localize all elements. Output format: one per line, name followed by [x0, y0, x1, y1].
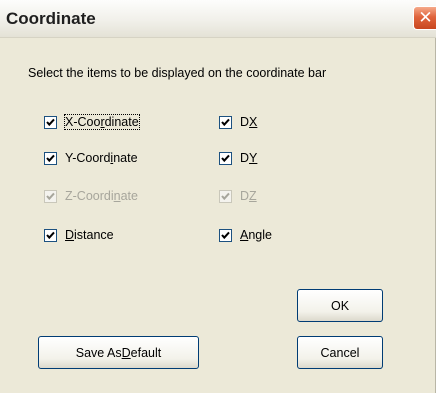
x-coordinate-checkbox[interactable] [44, 115, 57, 129]
checkmark-icon [46, 192, 55, 200]
cancel-button[interactable]: Cancel [297, 336, 383, 369]
angle-option[interactable]: Angle [219, 227, 272, 243]
instructions-text: Select the items to be displayed on the … [28, 66, 327, 80]
y-coordinate-label: Y-Coordinate [65, 151, 138, 165]
checkmark-icon [221, 154, 230, 162]
dy-option[interactable]: DY [219, 150, 257, 166]
x-coordinate-option[interactable]: X-Coordinate [44, 114, 140, 130]
dz-option: DZ [219, 188, 257, 204]
dz-label: DZ [240, 189, 257, 203]
distance-label: Distance [65, 228, 114, 242]
angle-label: Angle [240, 228, 272, 242]
y-coordinate-checkbox[interactable] [44, 151, 57, 165]
ok-button[interactable]: OK [297, 289, 383, 322]
checkmark-icon [46, 154, 55, 162]
dx-checkbox[interactable] [219, 115, 232, 129]
z-coordinate-label: Z-Coordinate [65, 189, 138, 203]
distance-option[interactable]: Distance [44, 227, 114, 243]
dy-checkbox[interactable] [219, 151, 232, 165]
checkmark-icon [221, 118, 230, 126]
dialog-title: Coordinate [6, 9, 96, 28]
z-coordinate-option: Z-Coordinate [44, 188, 138, 204]
coordinate-dialog: Coordinate ✕ Select the items to be disp… [0, 0, 436, 393]
title-bar[interactable]: Coordinate ✕ [0, 0, 436, 38]
close-icon: ✕ [418, 8, 433, 27]
x-coordinate-label: X-Coordinate [64, 114, 140, 130]
dx-option[interactable]: DX [219, 114, 257, 130]
save-as-default-button[interactable]: Save As Default [38, 336, 199, 369]
close-button[interactable]: ✕ [413, 6, 436, 30]
distance-checkbox[interactable] [44, 228, 57, 242]
dz-checkbox [219, 189, 232, 203]
angle-checkbox[interactable] [219, 228, 232, 242]
z-coordinate-checkbox [44, 189, 57, 203]
checkmark-icon [46, 231, 55, 239]
checkmark-icon [221, 192, 230, 200]
dy-label: DY [240, 151, 258, 165]
dx-label: DX [240, 115, 258, 129]
checkmark-icon [46, 118, 55, 126]
y-coordinate-option[interactable]: Y-Coordinate [44, 150, 138, 166]
checkmark-icon [221, 231, 230, 239]
